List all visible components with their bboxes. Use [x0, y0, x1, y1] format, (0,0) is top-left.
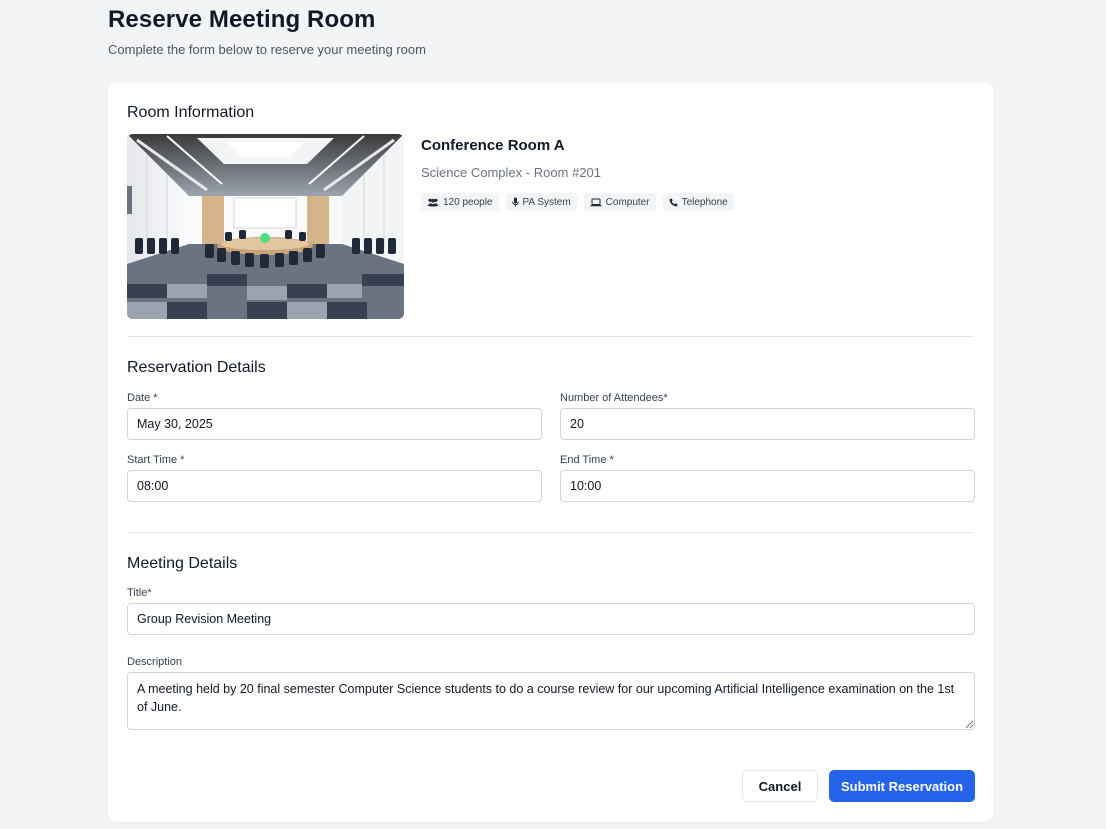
meeting-title-input[interactable]: [127, 603, 975, 635]
start-time-input[interactable]: [127, 470, 542, 502]
date-label: Date *: [127, 392, 158, 404]
page-title: Reserve Meeting Room: [108, 6, 376, 33]
attendees-input[interactable]: [560, 408, 975, 440]
feature-telephone: Telephone: [662, 193, 734, 211]
room-name: Conference Room A: [421, 137, 565, 154]
description-label: Description: [127, 656, 183, 668]
end-time-input[interactable]: [560, 470, 975, 502]
section-divider: [127, 336, 974, 337]
meeting-details-heading: Meeting Details: [127, 555, 238, 572]
submit-reservation-button[interactable]: Submit Reservation: [829, 770, 975, 802]
feature-label: Computer: [605, 196, 650, 208]
attendees-label: Number of Attendees*: [560, 392, 668, 404]
description-textarea[interactable]: A meeting held by 20 final semester Comp…: [127, 672, 975, 730]
end-time-label: End Time *: [560, 454, 614, 466]
phone-icon: [669, 198, 678, 207]
room-photo: [127, 134, 404, 319]
start-time-label: Start Time *: [127, 454, 185, 466]
people-icon: [427, 198, 439, 207]
feature-computer: Computer: [583, 193, 656, 211]
feature-pa-system: PA System: [505, 193, 577, 211]
room-info-heading: Room Information: [127, 104, 255, 121]
page-subtitle: Complete the form below to reserve your …: [108, 42, 426, 57]
cancel-button[interactable]: Cancel: [742, 770, 818, 802]
room-features: 120 people PA System Computer Telephone: [421, 193, 734, 211]
feature-label: Telephone: [681, 196, 728, 208]
reservation-details-heading: Reservation Details: [127, 359, 266, 376]
reservation-form-card: Room Information Conference Room A Scien…: [108, 82, 993, 822]
laptop-icon: [590, 198, 602, 207]
date-input[interactable]: [127, 408, 542, 440]
feature-label: 120 people: [443, 196, 493, 208]
room-location: Science Complex - Room #201: [421, 165, 601, 180]
title-label: Title*: [127, 587, 152, 599]
feature-label: PA System: [522, 196, 571, 208]
section-divider: [127, 532, 974, 533]
feature-capacity: 120 people: [421, 193, 499, 211]
microphone-icon: [511, 197, 519, 207]
